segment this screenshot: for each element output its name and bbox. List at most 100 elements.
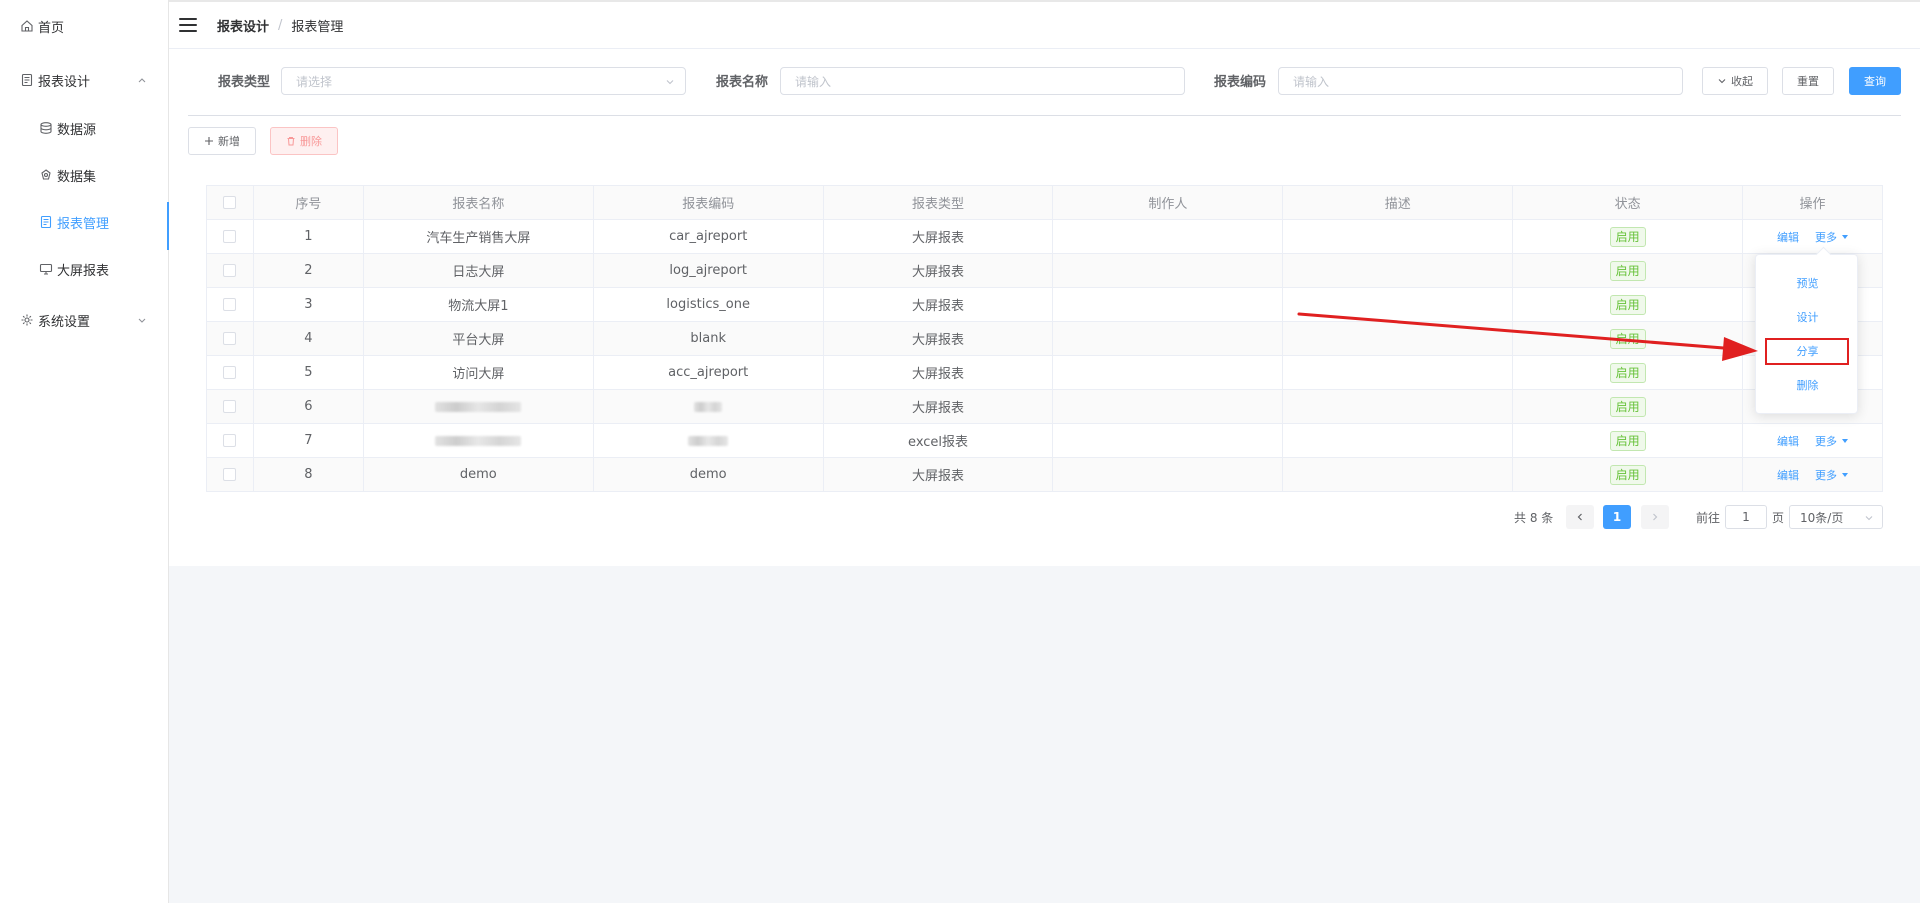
prev-page-button[interactable] bbox=[1566, 505, 1594, 529]
row-checkbox[interactable] bbox=[223, 434, 237, 447]
report-type-placeholder: 请选择 bbox=[296, 74, 333, 89]
cell-actions: 编辑 更多 bbox=[1743, 424, 1883, 457]
chevron-down-icon bbox=[138, 318, 146, 323]
row-checkbox[interactable] bbox=[223, 468, 237, 481]
edit-link[interactable]: 编辑 bbox=[1777, 467, 1799, 483]
row-checkbox[interactable] bbox=[223, 366, 237, 379]
report-type-label: 报表类型 bbox=[218, 75, 271, 90]
report-code-input[interactable]: 请输入 bbox=[1278, 67, 1683, 95]
add-label: 新增 bbox=[218, 135, 240, 148]
more-link[interactable]: 更多 bbox=[1815, 229, 1849, 245]
dropdown-item-preview[interactable]: 预览 bbox=[1756, 271, 1859, 295]
caret-down-icon bbox=[1842, 472, 1849, 477]
hamburger-menu-icon[interactable] bbox=[179, 18, 197, 32]
sidebar: 首页 报表设计 数据源 数据集 报表管理 大屏报表 系统设置 bbox=[0, 0, 169, 903]
more-label: 更多 bbox=[1815, 468, 1838, 482]
reset-button[interactable]: 重置 bbox=[1782, 67, 1834, 95]
redacted-text bbox=[435, 435, 522, 446]
dataset-icon bbox=[39, 168, 53, 182]
header-creator: 制作人 bbox=[1053, 186, 1284, 219]
report-type-select[interactable]: 请选择 bbox=[281, 67, 686, 95]
cell-code: log_ajreport bbox=[594, 254, 824, 287]
cell-description bbox=[1283, 356, 1514, 389]
more-label: 更多 bbox=[1815, 434, 1838, 448]
cell-type: excel报表 bbox=[824, 424, 1054, 457]
cell-status: 启用 bbox=[1513, 424, 1744, 457]
cell-no: 5 bbox=[254, 356, 364, 389]
row-checkbox[interactable] bbox=[223, 332, 237, 345]
sidebar-item-label: 大屏报表 bbox=[57, 263, 110, 279]
sidebar-item-report-manage[interactable]: 报表管理 bbox=[0, 202, 169, 250]
header-code: 报表编码 bbox=[593, 186, 824, 219]
next-page-button[interactable] bbox=[1641, 505, 1669, 529]
cell-name: 平台大屏 bbox=[364, 322, 594, 355]
sidebar-item-system-settings[interactable]: 系统设置 bbox=[0, 300, 168, 340]
cell-code: blank bbox=[594, 322, 824, 355]
edit-link[interactable]: 编辑 bbox=[1777, 229, 1799, 245]
status-badge: 启用 bbox=[1609, 260, 1646, 281]
more-label: 更多 bbox=[1815, 230, 1838, 244]
cell-no: 8 bbox=[254, 458, 364, 491]
select-all-checkbox[interactable] bbox=[223, 196, 237, 209]
cell-no: 7 bbox=[254, 424, 364, 457]
table-row: 5 访问大屏 acc_ajreport 大屏报表 启用 bbox=[207, 356, 1883, 390]
page-size-value: 10条/页 bbox=[1800, 510, 1844, 525]
report-code-label: 报表编码 bbox=[1214, 75, 1267, 90]
cell-creator bbox=[1053, 322, 1284, 355]
cell-type: 大屏报表 bbox=[824, 254, 1054, 287]
more-link[interactable]: 更多 bbox=[1815, 433, 1849, 449]
cell-status: 启用 bbox=[1513, 458, 1744, 491]
sidebar-item-dataset[interactable]: 数据集 bbox=[0, 155, 168, 195]
cell-type: 大屏报表 bbox=[824, 390, 1054, 423]
cell-status: 启用 bbox=[1513, 220, 1744, 253]
page-button[interactable]: 1 bbox=[1603, 505, 1631, 529]
goto-label: 前往 bbox=[1696, 511, 1721, 525]
cell-name: 物流大屏1 bbox=[364, 288, 594, 321]
report-code-placeholder: 请输入 bbox=[1293, 74, 1330, 89]
delete-button[interactable]: 删除 bbox=[270, 127, 338, 155]
more-link[interactable]: 更多 bbox=[1815, 467, 1849, 483]
cell-description bbox=[1283, 424, 1514, 457]
cell-creator bbox=[1053, 220, 1284, 253]
row-checkbox[interactable] bbox=[223, 230, 237, 243]
table-row: 1 汽车生产销售大屏 car_ajreport 大屏报表 启用 编辑 更多 bbox=[207, 220, 1883, 254]
query-button[interactable]: 查询 bbox=[1849, 67, 1901, 95]
sidebar-item-report-design[interactable]: 报表设计 bbox=[0, 60, 168, 100]
cell-creator bbox=[1053, 458, 1284, 491]
status-badge: 启用 bbox=[1609, 396, 1646, 417]
row-checkbox[interactable] bbox=[223, 298, 237, 311]
cell-description bbox=[1283, 390, 1514, 423]
page-size-select[interactable]: 10条/页 bbox=[1789, 505, 1883, 529]
report-name-label: 报表名称 bbox=[716, 75, 769, 90]
goto-page-input[interactable]: 1 bbox=[1725, 505, 1767, 529]
sidebar-item-home[interactable]: 首页 bbox=[0, 6, 168, 46]
sidebar-item-label: 报表设计 bbox=[38, 74, 91, 90]
plus-icon bbox=[205, 137, 213, 145]
cell-description bbox=[1283, 458, 1514, 491]
gear-icon bbox=[20, 313, 34, 327]
dropdown-item-delete[interactable]: 删除 bbox=[1756, 373, 1859, 397]
breadcrumb-separator: / bbox=[278, 17, 283, 33]
report-name-input[interactable]: 请输入 bbox=[780, 67, 1185, 95]
header-no: 序号 bbox=[253, 186, 364, 219]
sidebar-item-label: 数据源 bbox=[57, 122, 97, 138]
collapse-button[interactable]: 收起 bbox=[1702, 67, 1768, 95]
sidebar-item-big-screen[interactable]: 大屏报表 bbox=[0, 249, 168, 289]
row-checkbox[interactable] bbox=[223, 400, 237, 413]
cell-name: 访问大屏 bbox=[364, 356, 594, 389]
sidebar-item-label: 报表管理 bbox=[57, 216, 110, 232]
breadcrumb-report-design[interactable]: 报表设计 bbox=[217, 16, 269, 35]
sidebar-item-datasource[interactable]: 数据源 bbox=[0, 108, 168, 148]
cell-status: 启用 bbox=[1513, 390, 1744, 423]
edit-link[interactable]: 编辑 bbox=[1777, 433, 1799, 449]
caret-down-icon bbox=[1842, 234, 1849, 239]
select-all-cell bbox=[207, 186, 254, 219]
cell-code: acc_ajreport bbox=[594, 356, 824, 389]
home-icon bbox=[20, 19, 34, 33]
sidebar-item-label: 首页 bbox=[38, 20, 65, 36]
add-button[interactable]: 新增 bbox=[188, 127, 256, 155]
row-checkbox[interactable] bbox=[223, 264, 237, 277]
cell-creator bbox=[1053, 390, 1284, 423]
pagination-total: 共 8 条 bbox=[1514, 511, 1554, 525]
cell-code: logistics_one bbox=[594, 288, 824, 321]
